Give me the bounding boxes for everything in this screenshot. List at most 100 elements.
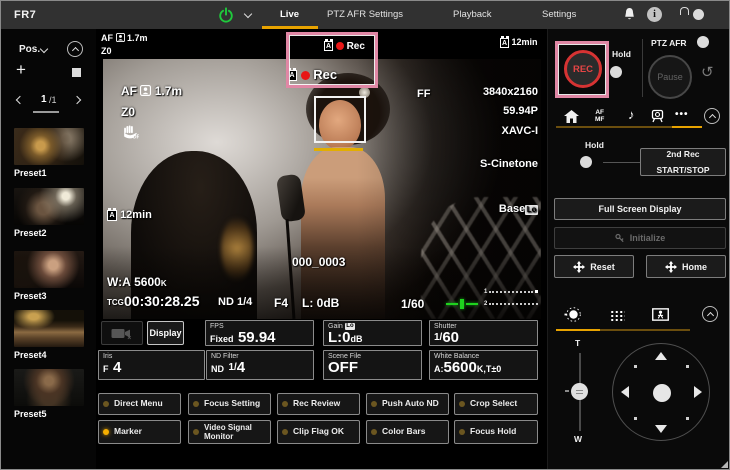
preset3-label[interactable]: Preset3: [14, 291, 47, 301]
trackpad-grid-icon[interactable]: [610, 310, 625, 321]
person-in-frame-icon: [652, 308, 669, 321]
nd-filter-tile[interactable]: ND Filter ND 1/4: [206, 350, 314, 380]
media-a-icon: A: [287, 70, 297, 81]
add-preset-button[interactable]: +: [16, 60, 26, 80]
pan-tilt-pad[interactable]: [612, 343, 710, 441]
shutter-tile[interactable]: Shutter 1/60: [429, 320, 538, 346]
diagonal-dot: [686, 365, 689, 368]
home-icon: [564, 110, 579, 123]
page-prev-icon[interactable]: [16, 96, 24, 104]
preset4-label[interactable]: Preset4: [14, 350, 47, 360]
stop-button[interactable]: [72, 68, 81, 77]
tele-label: T: [575, 338, 580, 348]
wide-label: W: [574, 434, 582, 444]
video-osd-tc-label: TCG: [107, 298, 124, 307]
assign-button-video-signal-monitor[interactable]: Video Signal Monitor: [188, 420, 271, 444]
face-detect-icon: [116, 33, 125, 42]
chevron-up-icon: [708, 113, 715, 120]
osd-bar-rec: A Rec: [324, 41, 365, 52]
tab-settings[interactable]: Settings: [542, 9, 576, 20]
pan-left-arrow[interactable]: [621, 386, 629, 398]
osd-bar-focus: AF 1.7m: [101, 33, 148, 43]
assign-button-color-bars[interactable]: Color Bars: [366, 420, 449, 444]
preset-group-label[interactable]: Pos.: [19, 44, 40, 55]
assign-lamp: [282, 429, 288, 435]
tab-subject-tracking[interactable]: [652, 308, 669, 326]
preset1-thumbnail[interactable]: [14, 128, 84, 165]
chevron-up-icon: [71, 46, 78, 53]
panel-collapse-button[interactable]: [704, 108, 720, 124]
info-icon[interactable]: i: [647, 7, 662, 22]
rec-button[interactable]: REC: [564, 50, 602, 88]
lock-toggle-knob: [693, 9, 704, 20]
white-balance-tile[interactable]: White Balance A:5600K,T±0: [429, 350, 538, 380]
gain-tile[interactable]: GainLo L:0dB: [323, 320, 422, 346]
home-position-button[interactable]: Home: [646, 255, 726, 278]
power-menu-chevron-icon[interactable]: [244, 10, 252, 18]
display-button[interactable]: Display: [147, 321, 184, 345]
notifications-button[interactable]: [623, 7, 636, 27]
pause-button[interactable]: Pause: [648, 55, 692, 99]
preset4-thumbnail[interactable]: [14, 310, 84, 347]
tab-joystick[interactable]: [564, 306, 581, 328]
assign-button-direct-menu[interactable]: Direct Menu: [98, 393, 181, 415]
preset-group-chevron-icon[interactable]: [40, 45, 48, 53]
assign-lamp: [103, 401, 109, 407]
page-next-icon[interactable]: [73, 96, 81, 104]
full-screen-display-button[interactable]: Full Screen Display: [554, 198, 726, 220]
resize-handle[interactable]: [721, 461, 728, 468]
assign-button-focus-hold[interactable]: Focus Hold: [454, 420, 538, 444]
tab-live[interactable]: Live: [280, 9, 299, 20]
preset5-thumbnail[interactable]: [14, 369, 84, 406]
tab-more[interactable]: •••: [675, 109, 689, 120]
reset-button[interactable]: Reset: [554, 255, 634, 278]
zoom-slider-knob[interactable]: [571, 383, 588, 400]
preset5-label[interactable]: Preset5: [14, 409, 47, 419]
base-iso-lo-badge: Lo: [525, 205, 538, 215]
pan-tilt-center-knob[interactable]: [653, 384, 671, 402]
video-osd-gain: L: 0dB: [302, 296, 339, 310]
media-a-icon: A: [107, 210, 117, 221]
tab-audio[interactable]: ♪: [628, 107, 635, 122]
sidebar-collapse-button[interactable]: [67, 41, 83, 57]
assign-button-rec-review[interactable]: Rec Review: [277, 393, 360, 415]
video-osd-shutter: 1/60: [401, 297, 424, 311]
scene-file-tile[interactable]: Scene File OFF: [323, 350, 422, 380]
restart-icon[interactable]: ↺: [701, 63, 714, 81]
app-logo: FR7: [14, 9, 36, 21]
video-osd-remain: A 12min: [107, 209, 152, 221]
assign-lamp: [193, 429, 199, 435]
face-detection-box: [314, 96, 366, 143]
assign-lamp: [371, 429, 377, 435]
tab-ptz-afr-settings[interactable]: PTZ AFR Settings: [327, 9, 403, 20]
pan-up-arrow[interactable]: [655, 352, 667, 360]
assign-button-marker[interactable]: Marker: [98, 420, 181, 444]
tab-playback[interactable]: Playback: [453, 9, 492, 20]
divider: [642, 39, 643, 97]
power-button[interactable]: [218, 7, 234, 28]
fps-tile[interactable]: FPS Fixed 59.94: [205, 320, 314, 346]
preset-sidebar: Pos. + 1 /1 Preset1 Preset2 Preset3 Pres…: [1, 29, 96, 470]
live-video-feed[interactable]: AF 1.7m Z0 OFF A Rec: [103, 59, 541, 319]
tab-af-mf[interactable]: AFMF: [595, 109, 604, 123]
assign-lamp-on: [103, 429, 109, 435]
iris-tile[interactable]: Iris F 4: [98, 350, 205, 380]
rec-dot-icon: [301, 71, 310, 80]
preset2-thumbnail[interactable]: [14, 188, 84, 225]
assign-button-crop-select[interactable]: Crop Select: [454, 393, 538, 415]
joystick-collapse-button[interactable]: [702, 306, 718, 322]
pan-down-arrow[interactable]: [655, 425, 667, 433]
assign-button-clip-flag-ok[interactable]: Clip Flag OK: [277, 420, 360, 444]
assign-button-focus-setting[interactable]: Focus Setting: [188, 393, 271, 415]
assign-button-push-auto-nd[interactable]: Push Auto ND: [366, 393, 449, 415]
preset1-label[interactable]: Preset1: [14, 168, 47, 178]
second-rec-start-stop-button[interactable]: 2nd Rec START/STOP: [640, 148, 726, 176]
second-rec-hold-label: Hold: [585, 140, 604, 150]
preset2-label[interactable]: Preset2: [14, 228, 47, 238]
initialize-button[interactable]: Initialize: [554, 227, 726, 249]
preset3-thumbnail[interactable]: [14, 251, 84, 288]
focus-position-indicator: [446, 299, 480, 309]
camera-image-off-button[interactable]: ✕: [101, 321, 143, 345]
power-icon: [218, 7, 234, 23]
pan-right-arrow[interactable]: [694, 386, 702, 398]
